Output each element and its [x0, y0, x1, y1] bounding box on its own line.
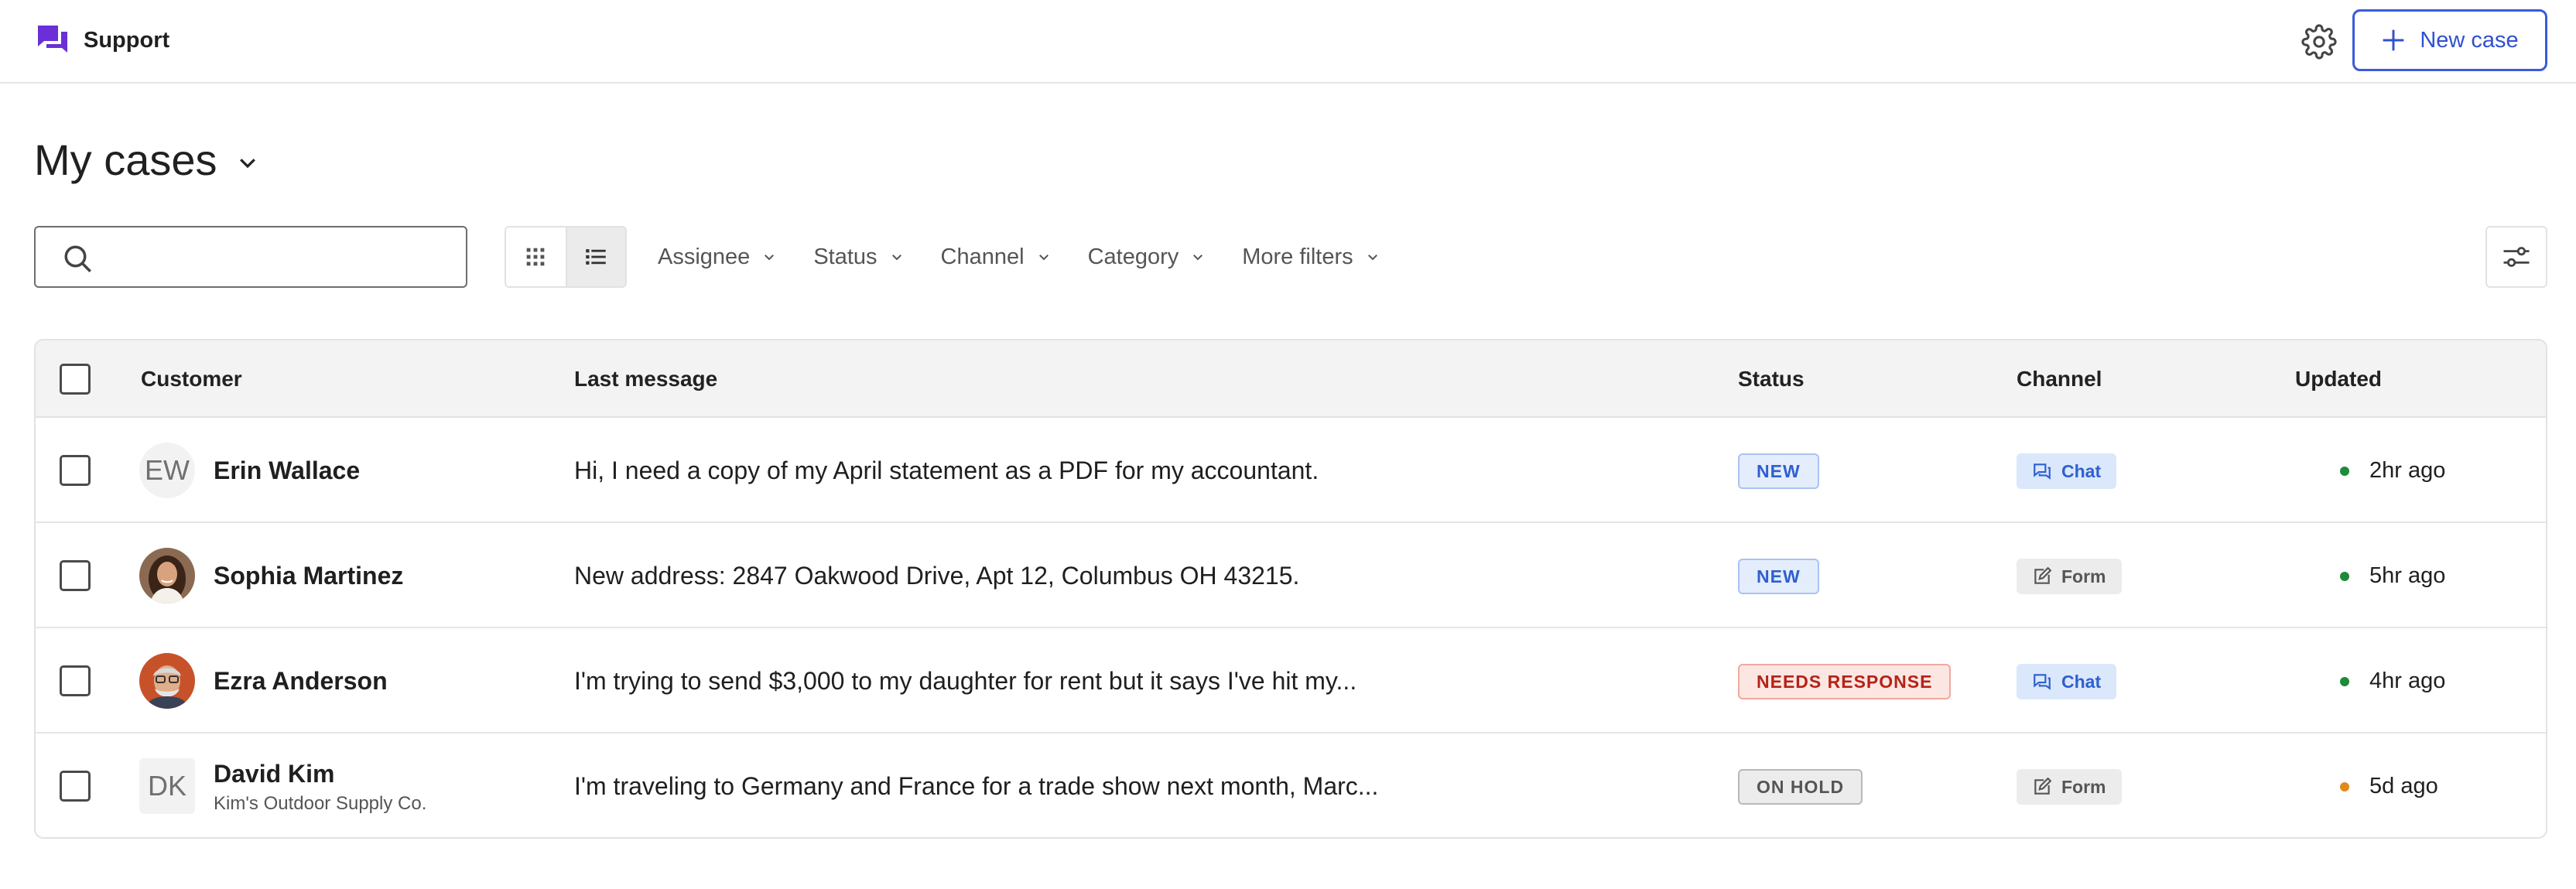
top-bar: Support New case [0, 0, 2576, 84]
list-icon [586, 249, 607, 265]
status-dot [2340, 782, 2349, 792]
grid-view-button[interactable] [506, 227, 566, 286]
status-badge: ON HOLD [1738, 769, 1863, 805]
page-title: My cases [34, 135, 217, 184]
form-edit-icon [2034, 566, 2052, 584]
plus-icon [2383, 29, 2404, 51]
filter-label: Status [813, 244, 877, 269]
last-message: I'm traveling to Germany and France for … [574, 772, 1379, 800]
channel-label: Chat [2061, 460, 2102, 481]
table-row[interactable]: Sophia Martinez New address: 2847 Oakwoo… [36, 523, 2546, 628]
filter-status[interactable]: Status [813, 244, 903, 270]
chevron-down-icon [1193, 255, 1203, 261]
person-photo-icon [139, 653, 195, 709]
chevron-down-icon [891, 255, 901, 261]
customer-name: Sophia Martinez [214, 562, 404, 590]
row-checkbox[interactable] [60, 665, 91, 696]
updated-time: 4hr ago [2369, 668, 2446, 693]
channel-chip[interactable]: Chat [2017, 453, 2117, 489]
filter-more[interactable]: More filters [1242, 244, 1379, 270]
status-dot [2340, 467, 2349, 476]
avatar [139, 653, 195, 709]
chevron-down-icon [1367, 255, 1377, 261]
settings-gear-icon[interactable] [2301, 24, 2337, 60]
filter-label: Assignee [658, 244, 751, 269]
table-header: Customer Last message Status Channel Upd… [36, 340, 2546, 418]
filter-label: Category [1087, 244, 1179, 269]
column-header-customer[interactable]: Customer [141, 365, 242, 393]
filter-assignee[interactable]: Assignee [658, 244, 776, 270]
last-message: New address: 2847 Oakwood Drive, Apt 12,… [574, 562, 1300, 590]
updated-time: 5hr ago [2369, 563, 2446, 588]
view-toggle [505, 226, 627, 288]
app-title: Support [84, 28, 170, 53]
list-view-button[interactable] [565, 227, 625, 286]
last-message: Hi, I need a copy of my April statement … [574, 456, 1319, 484]
column-header-updated[interactable]: Updated [2295, 365, 2382, 393]
last-message: I'm trying to send $3,000 to my daughter… [574, 667, 1357, 695]
table-row[interactable]: EW Erin Wallace Hi, I need a copy of my … [36, 418, 2546, 523]
grid-icon [527, 248, 545, 266]
select-all-checkbox[interactable] [60, 364, 91, 395]
customer-name: Ezra Anderson [214, 667, 388, 695]
customer-name: Erin Wallace [214, 456, 361, 484]
filter-category[interactable]: Category [1088, 244, 1206, 270]
sliders-icon [2503, 247, 2530, 267]
page-title-dropdown[interactable]: My cases [34, 133, 259, 187]
updated-time: 5d ago [2369, 774, 2438, 798]
search-input[interactable] [108, 235, 449, 280]
channel-chip[interactable]: Form [2017, 559, 2122, 594]
channel-label: Form [2061, 776, 2106, 797]
column-header-last-message[interactable]: Last message [574, 365, 717, 393]
cases-table: Customer Last message Status Channel Upd… [34, 339, 2547, 839]
search-box [34, 226, 467, 288]
channel-chip[interactable]: Chat [2017, 664, 2117, 699]
filter-channel[interactable]: Channel [941, 244, 1051, 270]
customer-name: David Kim [214, 760, 335, 788]
chevron-down-icon [1038, 255, 1049, 261]
chat-bubbles-icon [2034, 674, 2051, 690]
channel-label: Form [2061, 566, 2106, 586]
form-edit-icon [2034, 777, 2052, 795]
column-header-channel[interactable]: Channel [2017, 365, 2102, 393]
adjust-columns-button[interactable] [2485, 226, 2547, 288]
row-checkbox[interactable] [60, 771, 91, 802]
support-chat-logo-icon [38, 26, 67, 53]
channel-label: Chat [2061, 671, 2102, 692]
column-header-status[interactable]: Status [1738, 365, 1805, 393]
avatar [139, 548, 195, 603]
table-row[interactable]: DK David Kim Kim's Outdoor Supply Co. I'… [36, 733, 2546, 837]
filter-bar: Assignee Status Channel Category More fi… [658, 226, 1417, 288]
channel-chip[interactable]: Form [2017, 769, 2122, 805]
search-icon [64, 245, 91, 272]
row-checkbox[interactable] [60, 560, 91, 591]
chevron-down-icon [765, 255, 775, 261]
status-dot [2340, 572, 2349, 581]
customer-company: Kim's Outdoor Supply Co. [214, 793, 427, 814]
status-badge: NEW [1738, 453, 1819, 489]
filter-label: Channel [940, 244, 1025, 269]
person-photo-icon [139, 548, 195, 603]
row-checkbox[interactable] [60, 455, 91, 486]
chevron-down-icon [239, 159, 255, 169]
updated-time: 2hr ago [2369, 458, 2446, 483]
chat-bubbles-icon [2034, 463, 2051, 480]
status-badge: NEW [1738, 559, 1819, 594]
status-badge: NEEDS RESPONSE [1738, 664, 1952, 699]
status-dot [2340, 677, 2349, 686]
new-case-label: New case [2420, 27, 2519, 53]
table-row[interactable]: Ezra Anderson I'm trying to send $3,000 … [36, 628, 2546, 733]
avatar: EW [139, 443, 195, 498]
avatar: DK [139, 758, 195, 814]
filter-label: More filters [1242, 244, 1353, 269]
new-case-button[interactable]: New case [2352, 9, 2547, 71]
